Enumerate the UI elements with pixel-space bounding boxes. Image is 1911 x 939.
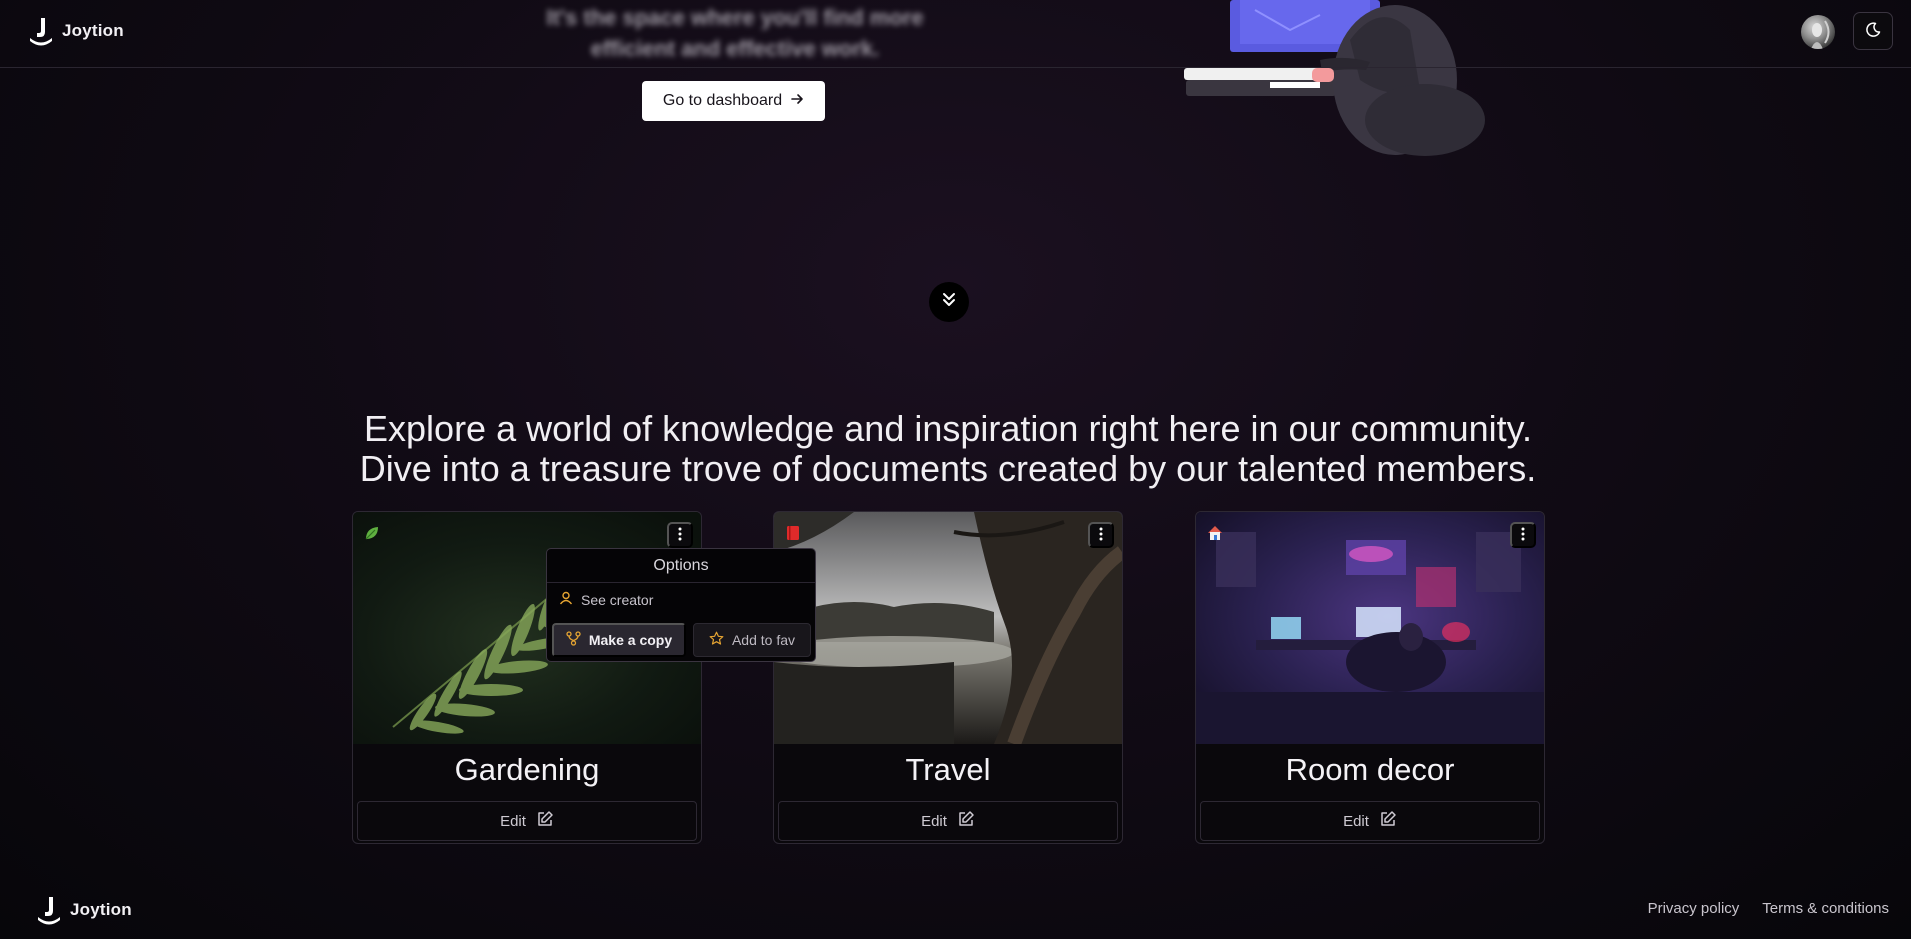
card-title: Room decor [1285,752,1455,787]
card-cover-image [774,512,1122,744]
edit-label: Edit [1343,812,1369,830]
arrow-right-icon [790,92,804,111]
make-a-copy-label: Make a copy [588,632,673,648]
intro-line-1: Explore a world of knowledge and inspira… [364,408,1532,449]
intro-line-2: Dive into a treasure trove of documents … [359,448,1537,489]
theme-toggle-button[interactable] [1853,12,1893,50]
card-title: Gardening [454,752,600,787]
add-to-fav-label: Add to fav [731,632,796,648]
user-avatar[interactable] [1801,15,1835,49]
card-edit-button[interactable]: Edit [357,801,697,841]
more-vertical-icon [1099,527,1103,544]
moon-icon [1865,21,1881,41]
edit-label: Edit [921,812,947,830]
star-icon [709,631,724,649]
joytion-logo-icon [28,16,54,46]
joytion-logo-icon [36,895,62,925]
card-edit-button[interactable]: Edit [778,801,1118,841]
edit-label: Edit [500,812,526,830]
community-intro: Explore a world of knowledge and inspira… [200,409,1696,489]
book-icon [784,524,802,542]
edit-icon [1379,810,1397,832]
footer-brand-name: Joytion [70,900,132,919]
card-cover-image [1196,512,1544,744]
dashboard-button-label: Go to dashboard [662,92,783,109]
card-options-menu: Options See creator Make a copy Add to f… [546,548,816,662]
make-a-copy-button[interactable]: Make a copy [552,623,686,657]
scroll-down-button[interactable] [929,282,969,322]
document-card-travel[interactable]: Travel Edit [773,511,1123,844]
leaf-icon [363,524,381,542]
add-to-fav-button[interactable]: Add to fav [693,623,811,657]
card-options-button[interactable] [1088,522,1114,548]
go-to-dashboard-button[interactable]: Go to dashboard [642,81,825,121]
see-creator-option[interactable]: See creator [559,591,653,608]
house-icon [1206,524,1224,542]
more-vertical-icon [1521,527,1525,544]
git-fork-icon [566,631,581,649]
see-creator-label: See creator [581,591,654,608]
edit-icon [536,810,554,832]
more-vertical-icon [678,527,682,544]
top-navbar: Joytion [0,0,1911,68]
card-options-button[interactable] [667,522,693,548]
footer-links: Privacy policy Terms & conditions [1648,900,1889,917]
card-title: Travel [905,752,991,787]
card-edit-button[interactable]: Edit [1200,801,1540,841]
edit-icon [957,810,975,832]
terms-conditions-link[interactable]: Terms & conditions [1762,900,1889,917]
document-card-room-decor[interactable]: Room decor Edit [1195,511,1545,844]
footer-brand-link[interactable]: Joytion [36,895,132,925]
privacy-policy-link[interactable]: Privacy policy [1648,900,1740,917]
user-icon [559,591,573,608]
brand-logo-link[interactable]: Joytion [28,16,124,46]
options-menu-title: Options [547,549,815,583]
brand-name: Joytion [62,21,124,40]
card-options-button[interactable] [1510,522,1536,548]
chevrons-down-icon [940,291,958,314]
